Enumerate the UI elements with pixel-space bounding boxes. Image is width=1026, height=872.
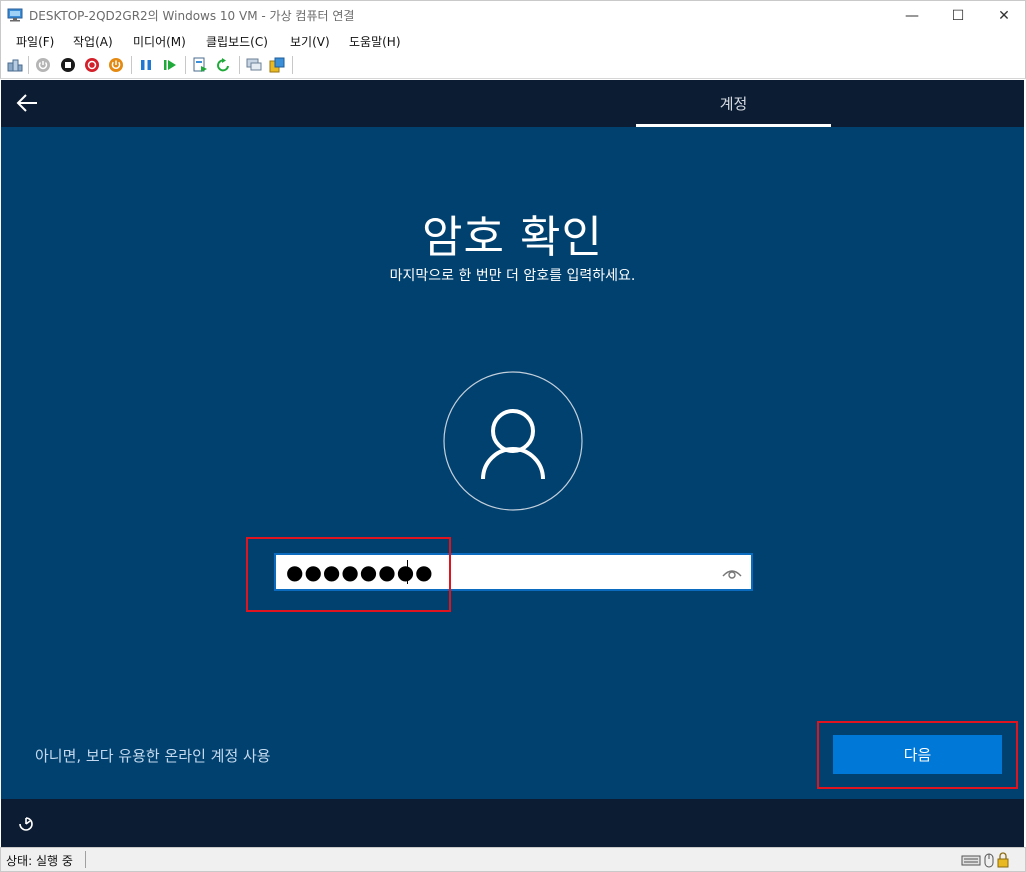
page-subtitle: 마지막으로 한 번만 더 암호를 입력하세요. bbox=[389, 268, 636, 284]
window-title-bar: DESKTOP-2QD2GR2의 Windows 10 VM - 가상 컴퓨터 … bbox=[0, 0, 1026, 30]
revert-icon[interactable] bbox=[216, 57, 232, 73]
tab-account: 계정 bbox=[719, 95, 748, 113]
vm-connection-icon bbox=[7, 8, 23, 22]
checkpoint-icon[interactable] bbox=[192, 57, 208, 73]
turn-off-icon[interactable] bbox=[60, 57, 76, 73]
start-icon[interactable] bbox=[35, 57, 51, 73]
lock-icon bbox=[997, 852, 1009, 868]
toolbar bbox=[0, 52, 1026, 79]
window-title: DESKTOP-2QD2GR2의 Windows 10 VM - 가상 컴퓨터 … bbox=[29, 9, 355, 23]
online-account-link[interactable]: 아니면, 보다 유용한 온라인 계정 사용 bbox=[35, 745, 271, 766]
maximize-button[interactable]: ☐ bbox=[935, 1, 981, 31]
page-title: 암호 확인 bbox=[422, 212, 603, 263]
menu-help[interactable]: 도움말(H) bbox=[349, 33, 401, 50]
mouse-icon bbox=[984, 853, 994, 868]
status-text: 상태: 실행 중 bbox=[6, 854, 73, 868]
close-button[interactable]: ✕ bbox=[981, 1, 1026, 31]
oobe-footer bbox=[1, 799, 1024, 847]
ctrl-alt-del-icon[interactable] bbox=[7, 57, 23, 73]
minimize-button[interactable]: — bbox=[889, 1, 935, 31]
back-arrow-icon[interactable] bbox=[15, 92, 39, 114]
highlight-box-next bbox=[817, 721, 1018, 789]
enhanced-session-icon[interactable] bbox=[246, 57, 262, 73]
oobe-header: 계정 bbox=[1, 80, 1024, 127]
menu-action[interactable]: 작업(A) bbox=[73, 33, 113, 50]
save-state-icon[interactable] bbox=[108, 57, 124, 73]
menu-view[interactable]: 보기(V) bbox=[290, 33, 330, 50]
status-indicators bbox=[961, 852, 1009, 868]
share-icon[interactable] bbox=[269, 57, 285, 73]
oobe-main: 암호 확인 마지막으로 한 번만 더 암호를 입력하세요. ●●●●●●●● 아… bbox=[1, 127, 1024, 799]
status-separator bbox=[85, 851, 86, 868]
menu-bar: 파일(F) 작업(A) 미디어(M) 클립보드(C) 보기(V) 도움말(H) bbox=[0, 30, 1026, 52]
user-avatar-icon bbox=[443, 371, 583, 511]
toolbar-separator bbox=[28, 56, 29, 74]
shut-down-icon[interactable] bbox=[84, 57, 100, 73]
toolbar-separator bbox=[131, 56, 132, 74]
toolbar-separator bbox=[239, 56, 240, 74]
status-bar: 상태: 실행 중 bbox=[0, 847, 1026, 872]
resume-icon[interactable] bbox=[162, 57, 178, 73]
toolbar-separator bbox=[185, 56, 186, 74]
accessibility-icon[interactable] bbox=[16, 814, 36, 834]
pause-icon[interactable] bbox=[138, 57, 154, 73]
reveal-password-icon[interactable] bbox=[721, 563, 743, 583]
toolbar-separator bbox=[292, 56, 293, 74]
menu-file[interactable]: 파일(F) bbox=[16, 33, 54, 50]
keyboard-icon bbox=[961, 855, 981, 866]
highlight-box-password bbox=[246, 537, 451, 612]
menu-media[interactable]: 미디어(M) bbox=[133, 33, 186, 50]
menu-clipboard[interactable]: 클립보드(C) bbox=[206, 33, 268, 50]
